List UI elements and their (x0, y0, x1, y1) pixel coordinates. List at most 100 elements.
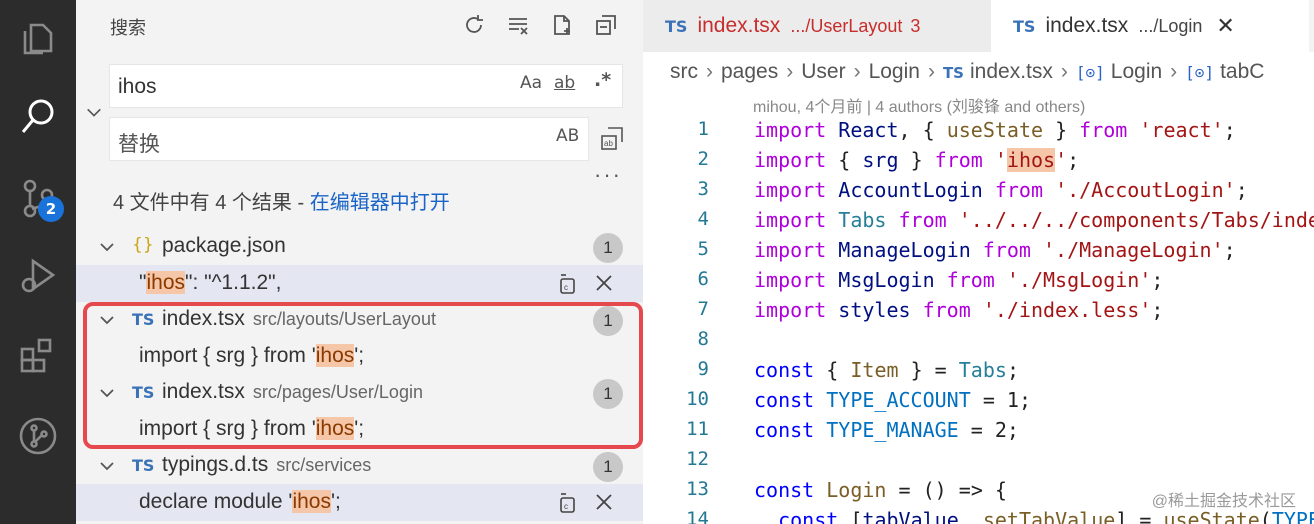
result-file-name: index.tsx src/pages/User/Login (162, 380, 423, 403)
code-line[interactable]: 8 (643, 326, 1314, 356)
ts-file-icon: TS (665, 16, 688, 36)
new-search-editor-icon[interactable] (547, 10, 577, 40)
line-number: 8 (697, 328, 709, 350)
line-number: 5 (697, 238, 709, 260)
match-text: import { srg } from 'ihos'; (139, 417, 365, 440)
activity-bar: 2 (0, 0, 76, 524)
clear-results-icon[interactable] (503, 10, 533, 40)
explorer-icon[interactable] (0, 0, 76, 76)
tab-path: .../Login (1138, 15, 1203, 36)
collapse-all-icon[interactable] (591, 10, 621, 40)
search-input[interactable]: ihos Aa ab .* (109, 64, 623, 108)
result-match-row[interactable]: import { srg } from 'ihos'; (76, 338, 643, 375)
json-file-icon: {} (132, 235, 154, 255)
dismiss-icon[interactable] (591, 270, 617, 296)
breadcrumb-item[interactable]: Login (1111, 60, 1162, 83)
results-summary: 4 文件中有 4 个结果 - 在编辑器中打开 (113, 186, 450, 215)
regex-toggle[interactable]: .* (594, 69, 611, 91)
tab-label: index.tsx (1045, 14, 1129, 37)
editor-tabs: TS index.tsx .../UserLayout 3 TS index.t… (643, 0, 1314, 52)
code-text: const TYPE_ACCOUNT = 1; (754, 388, 1031, 412)
ts-file-icon: TS (132, 310, 155, 329)
whole-word-toggle[interactable]: ab (554, 73, 575, 93)
chevron-down-icon[interactable] (98, 384, 116, 402)
close-icon[interactable]: ✕ (1216, 13, 1234, 39)
tab-login-index[interactable]: TS index.tsx .../Login ✕ (991, 0, 1309, 52)
code-line[interactable]: 9 const { Item } = Tabs; (643, 356, 1314, 386)
breadcrumb-item[interactable]: index.tsx (970, 60, 1053, 83)
scm-badge: 2 (38, 196, 64, 222)
code-text: import Tabs from '../../../components/Ta… (754, 208, 1314, 232)
git-blame-lens[interactable]: mihou, 4个月前 | 4 authors (刘骏锋 and others) (753, 93, 1085, 117)
result-file-row[interactable]: TS typings.d.ts src/services 1 (76, 448, 643, 485)
code-line[interactable]: 7 import styles from './index.less'; (643, 296, 1314, 326)
dismiss-icon[interactable] (591, 489, 617, 515)
line-number: 10 (686, 388, 709, 410)
preserve-case-toggle[interactable]: AB (556, 126, 579, 146)
run-debug-icon[interactable] (0, 238, 76, 314)
toggle-replace-chevron-icon[interactable] (84, 100, 104, 124)
symbol-icon: [⊙] (1185, 63, 1215, 82)
breadcrumb-item[interactable]: Login (869, 60, 920, 83)
result-file-row[interactable]: {} package.json 1 (76, 229, 643, 266)
code-line[interactable]: 5 import ManageLogin from './ManageLogin'… (643, 236, 1314, 266)
code-line[interactable]: 3 import AccountLogin from './AccoutLogin… (643, 176, 1314, 206)
breadcrumb-item[interactable]: pages (721, 60, 778, 83)
search-sidebar: 搜索 ihos Aa ab .* 替换 AB ab ··· 4 文件中有 4 个… (76, 0, 643, 524)
code-line[interactable]: 4 import Tabs from '../../../components/T… (643, 206, 1314, 236)
breadcrumb-item[interactable]: User (801, 60, 845, 83)
replace-all-icon[interactable]: ab (598, 124, 626, 152)
match-count-badge: 1 (593, 306, 623, 336)
git-graph-icon[interactable] (0, 398, 76, 474)
open-in-editor-link[interactable]: 在编辑器中打开 (310, 192, 450, 214)
replace-icon[interactable]: c (554, 270, 580, 296)
match-count-badge: 1 (593, 452, 623, 482)
result-match-row[interactable]: declare module 'ihos'; c (76, 484, 643, 521)
match-case-toggle[interactable]: Aa (520, 73, 542, 93)
chevron-down-icon[interactable] (98, 311, 116, 329)
result-match-row[interactable]: "ihos": "^1.1.2", c (76, 265, 643, 302)
extensions-icon[interactable] (0, 318, 76, 394)
line-number: 12 (686, 448, 709, 470)
code-line[interactable]: 6 import MsgLogin from './MsgLogin'; (643, 266, 1314, 296)
svg-text:c: c (564, 283, 568, 292)
editor: TS index.tsx .../UserLayout 3 TS index.t… (643, 0, 1314, 524)
replace-input[interactable]: 替换 AB (109, 117, 589, 161)
code-line[interactable]: 11 const TYPE_MANAGE = 2; (643, 416, 1314, 446)
code-line[interactable]: 10 const TYPE_ACCOUNT = 1; (643, 386, 1314, 416)
tab-userlayout-index[interactable]: TS index.tsx .../UserLayout 3 (643, 0, 991, 52)
chevron-down-icon[interactable] (98, 238, 116, 256)
match-text: import { srg } from 'ihos'; (139, 344, 365, 367)
result-match-row[interactable]: import { srg } from 'ihos'; (76, 411, 643, 448)
code-line[interactable]: 2 import { srg } from 'ihos'; (643, 146, 1314, 176)
chevron-down-icon[interactable] (98, 457, 116, 475)
search-value: ihos (118, 75, 157, 98)
code-text: const Login = () => { (754, 478, 1007, 502)
breadcrumb-item[interactable]: tabC (1220, 60, 1264, 83)
search-icon[interactable] (0, 78, 76, 154)
watermark: @稀土掘金技术社区 (1151, 493, 1296, 510)
line-number: 1 (697, 118, 709, 140)
code-text: import ManageLogin from './ManageLogin'; (754, 238, 1236, 262)
result-file-name: package.json (162, 234, 286, 257)
code-text: import React, { useState } from 'react'; (754, 118, 1236, 142)
more-options-icon[interactable]: ··· (594, 162, 622, 188)
result-file-row[interactable]: TS index.tsx src/layouts/UserLayout 1 (76, 302, 643, 339)
code-line[interactable]: 12 (643, 446, 1314, 476)
line-number: 4 (697, 208, 709, 230)
sidebar-title: 搜索 (110, 18, 146, 38)
line-number: 6 (697, 268, 709, 290)
line-number: 3 (697, 178, 709, 200)
result-file-name: index.tsx src/layouts/UserLayout (162, 307, 436, 330)
breadcrumb-item[interactable]: src (670, 60, 698, 83)
match-count-badge: 1 (593, 233, 623, 263)
replace-icon[interactable]: c (554, 489, 580, 515)
source-control-icon[interactable] (0, 160, 76, 236)
code-line[interactable]: 1 import React, { useState } from 'react'… (643, 116, 1314, 146)
ts-file-icon: TS (1013, 16, 1036, 36)
result-file-row[interactable]: TS index.tsx src/pages/User/Login 1 (76, 375, 643, 412)
result-file-name: typings.d.ts src/services (162, 453, 372, 476)
line-number: 11 (686, 418, 709, 440)
match-text: declare module 'ihos'; (139, 490, 341, 513)
refresh-icon[interactable] (459, 10, 489, 40)
